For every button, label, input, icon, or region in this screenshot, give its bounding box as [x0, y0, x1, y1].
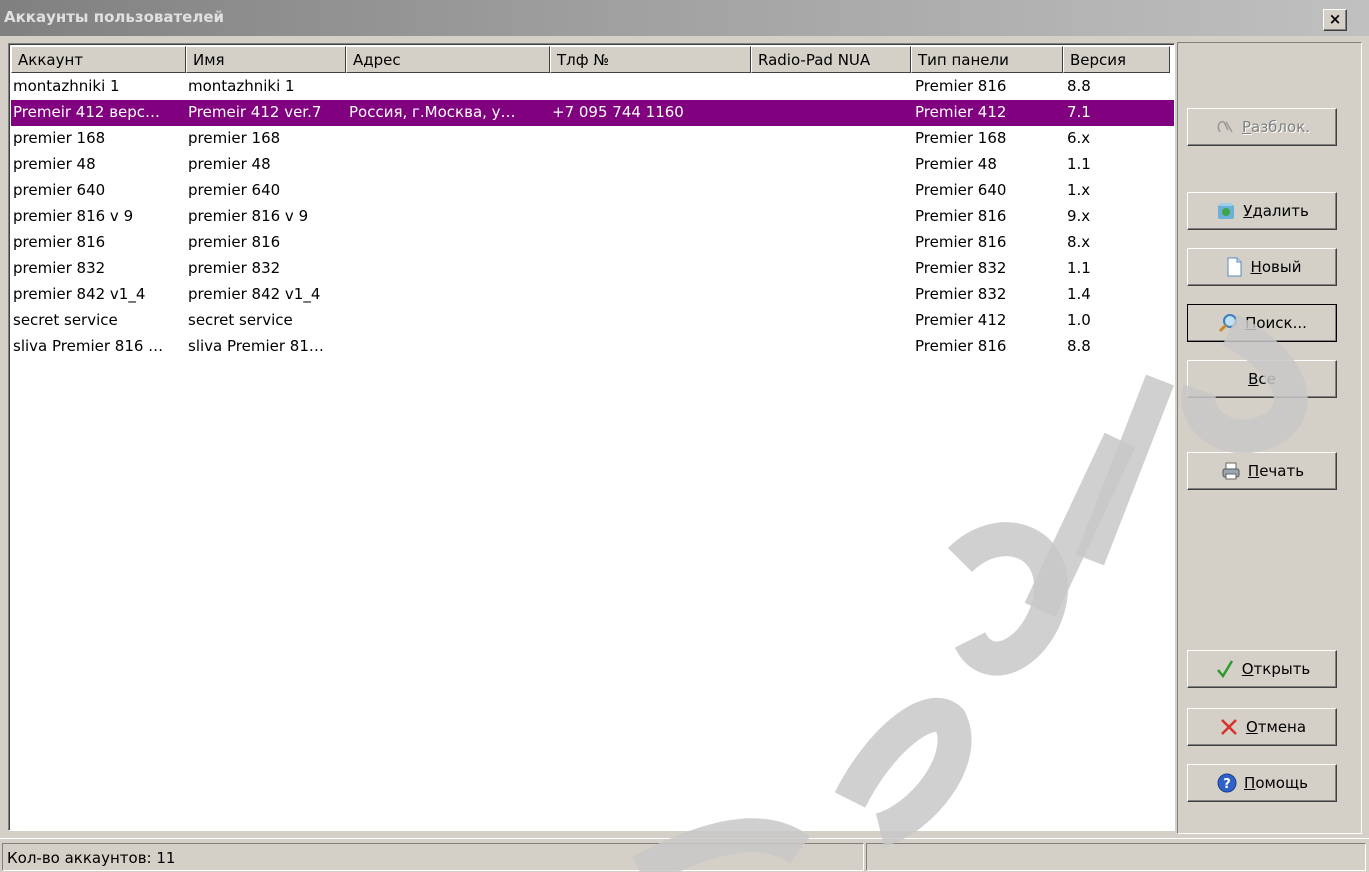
table-row[interactable]: sliva Premier 816 … sliva Premier 81… Prem…	[11, 334, 1174, 360]
cell-version: 8.x	[1067, 233, 1091, 251]
cell-version: 1.0	[1067, 311, 1091, 329]
cell-panel-type: Premier 816	[915, 207, 1007, 225]
cell-name: premier 832	[188, 259, 281, 277]
cell-panel-type: Premier 832	[915, 259, 1007, 277]
window-titlebar: Аккаунты пользователей	[0, 0, 1369, 36]
cell-panel-type: Premier 412	[915, 311, 1007, 329]
unlock-label: Разблок.	[1241, 118, 1311, 136]
magnifier-icon	[1217, 312, 1239, 334]
print-label: Печать	[1247, 462, 1305, 480]
cell-panel-type: Premier 168	[915, 129, 1007, 147]
cell-account: premier 48	[13, 155, 96, 173]
help-button[interactable]: ? Помощь	[1187, 764, 1337, 802]
cell-account: premier 168	[13, 129, 106, 147]
table-row[interactable]: premier 168 premier 168 Premier 168 6.x	[11, 126, 1174, 152]
svg-text:?: ?	[1223, 777, 1231, 792]
cell-name: premier 168	[188, 129, 281, 147]
cell-account: secret service	[13, 311, 118, 329]
recycle-icon	[1215, 200, 1237, 222]
cell-panel-type: Premier 640	[915, 181, 1007, 199]
cell-panel-type: Premier 48	[915, 155, 997, 173]
column-header-version[interactable]: Версия	[1063, 46, 1170, 73]
cell-name: Premeir 412 ver.7	[188, 103, 322, 121]
cell-name: montazhniki 1	[188, 77, 295, 95]
unlock-icon	[1214, 116, 1236, 138]
cell-account: premier 816 v 9	[13, 207, 134, 225]
search-label: Поиск...	[1245, 314, 1307, 332]
table-row[interactable]: premier 832 premier 832 Premier 832 1.1	[11, 256, 1174, 282]
account-count: Кол-во аккаунтов: 11	[2, 843, 864, 871]
cell-name: secret service	[188, 311, 293, 329]
x-mark-icon	[1218, 716, 1240, 738]
cell-panel-type: Premier 412	[915, 103, 1007, 121]
cell-name: premier 816	[188, 233, 281, 251]
all-button[interactable]: Все	[1187, 360, 1337, 398]
search-button[interactable]: Поиск...	[1187, 304, 1337, 342]
column-headers: Аккаунт Имя Адрес Тлф № Radio-Pad NUA Ти…	[11, 46, 1174, 73]
table-row[interactable]: premier 640 premier 640 Premier 640 1.x	[11, 178, 1174, 204]
cell-account: Premeir 412 верс…	[13, 103, 161, 121]
column-header-name[interactable]: Имя	[186, 46, 346, 73]
cell-account: premier 842 v1_4	[13, 285, 146, 303]
new-label: Новый	[1250, 258, 1302, 276]
column-header-phone[interactable]: Тлф №	[550, 46, 751, 73]
checkmark-icon	[1214, 658, 1236, 680]
cell-account: premier 816	[13, 233, 106, 251]
cell-account: premier 640	[13, 181, 106, 199]
open-button[interactable]: Открыть	[1187, 650, 1337, 688]
cell-panel-type: Premier 816	[915, 337, 1007, 355]
close-button[interactable]: ×	[1323, 9, 1347, 31]
cell-version: 1.4	[1067, 285, 1091, 303]
window-title: Аккаунты пользователей	[4, 8, 225, 26]
help-label: Помощь	[1244, 774, 1308, 792]
cell-panel-type: Premier 816	[915, 77, 1007, 95]
printer-icon	[1220, 460, 1242, 482]
column-header-panel-type[interactable]: Тип панели	[911, 46, 1063, 73]
new-button[interactable]: Новый	[1187, 248, 1337, 286]
cell-account: montazhniki 1	[13, 77, 120, 95]
cell-version: 8.8	[1067, 337, 1091, 355]
cell-name: premier 640	[188, 181, 281, 199]
cell-version: 1.1	[1067, 155, 1091, 173]
all-label: Все	[1248, 370, 1276, 388]
cancel-button[interactable]: Отмена	[1187, 708, 1337, 746]
print-button[interactable]: Печать	[1187, 452, 1337, 490]
cell-name: premier 48	[188, 155, 271, 173]
accounts-list[interactable]: Аккаунт Имя Адрес Тлф № Radio-Pad NUA Ти…	[8, 43, 1175, 831]
cell-name: premier 842 v1_4	[188, 285, 321, 303]
table-row[interactable]: premier 48 premier 48 Premier 48 1.1	[11, 152, 1174, 178]
cell-address: Россия, г.Москва, у…	[349, 103, 516, 121]
delete-button[interactable]: Удалить	[1187, 192, 1337, 230]
cell-version: 9.x	[1067, 207, 1091, 225]
cell-account: sliva Premier 816 …	[13, 337, 164, 355]
cell-version: 8.8	[1067, 77, 1091, 95]
cell-panel-type: Premier 832	[915, 285, 1007, 303]
cell-version: 7.1	[1067, 103, 1091, 121]
table-row[interactable]: montazhniki 1 montazhniki 1 Premier 816 8.8	[11, 74, 1174, 100]
cell-account: premier 832	[13, 259, 106, 277]
cell-panel-type: Premier 816	[915, 233, 1007, 251]
column-header-address[interactable]: Адрес	[346, 46, 550, 73]
cancel-label: Отмена	[1245, 718, 1307, 736]
table-row[interactable]: secret service secret service Premier 412 1…	[11, 308, 1174, 334]
unlock-button[interactable]: Разблок.	[1187, 108, 1337, 146]
cell-version: 1.x	[1067, 181, 1091, 199]
column-header-radio-pad-nua[interactable]: Radio-Pad NUA	[751, 46, 911, 73]
cell-version: 1.1	[1067, 259, 1091, 277]
cell-name: sliva Premier 81…	[188, 337, 324, 355]
status-panel	[866, 843, 1366, 871]
new-document-icon	[1223, 256, 1245, 278]
help-icon: ?	[1216, 772, 1238, 794]
cell-version: 6.x	[1067, 129, 1091, 147]
open-label: Открыть	[1241, 660, 1311, 678]
cell-name: premier 816 v 9	[188, 207, 309, 225]
status-bar: Кол-во аккаунтов: 11	[0, 838, 1369, 872]
table-row[interactable]: premier 816 v 9 premier 816 v 9 Premier 81…	[11, 204, 1174, 230]
table-row[interactable]: premier 816 premier 816 Premier 816 8.x	[11, 230, 1174, 256]
cell-phone: +7 095 744 1160	[552, 103, 684, 121]
delete-label: Удалить	[1243, 202, 1309, 220]
table-row[interactable]: premier 842 v1_4 premier 842 v1_4 Premier …	[11, 282, 1174, 308]
column-header-account[interactable]: Аккаунт	[11, 46, 186, 73]
table-row[interactable]: Premeir 412 верс… Premeir 412 ver.7 Россия…	[11, 100, 1174, 126]
